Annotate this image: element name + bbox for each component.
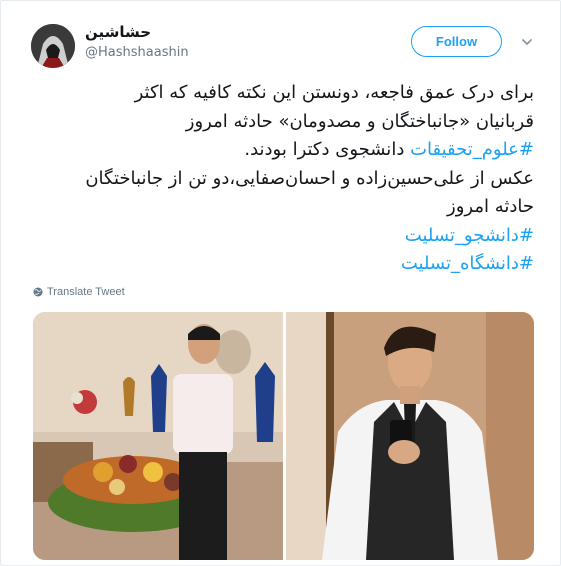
photo-man-mirror-selfie	[286, 312, 534, 560]
photo-man-with-fruit-platter	[33, 312, 283, 560]
translate-label: Translate Tweet	[47, 286, 125, 298]
globe-icon	[33, 287, 43, 297]
tweet-line-2: قربانیان «جانباختگان و مصدومان» حادثه ام…	[185, 110, 534, 132]
tweet-line-1: برای درک عمق فاجعه، دونستن این نکته کافی…	[134, 82, 534, 103]
tweet-line-3-text: دانشجوی دکترا بودند.	[244, 139, 411, 160]
tweet-text: برای درک عمق فاجعه، دونستن این نکته کافی…	[29, 79, 534, 279]
hashtag-link[interactable]: #دانشجو_تسلیت	[29, 222, 534, 251]
chevron-down-icon[interactable]	[520, 35, 534, 49]
tweet-line-3: #علوم_تحقیقات دانشجوی دکترا بودند.	[29, 136, 534, 165]
hooded-figure-avatar	[31, 24, 75, 68]
tweet-card: حشاشین @Hashshaashin Follow برای درک عمق…	[0, 0, 561, 566]
photo-left[interactable]	[33, 312, 283, 560]
hashtag-link[interactable]: #علوم_تحقیقات	[410, 139, 534, 160]
hashtag-link[interactable]: #دانشگاه_تسلیت	[29, 250, 534, 279]
user-avatar[interactable]	[31, 24, 75, 68]
media-grid	[33, 312, 534, 560]
user-handle[interactable]: @Hashshaashin	[85, 45, 189, 60]
photo-right[interactable]	[286, 312, 534, 560]
user-display-name[interactable]: حشاشین	[85, 23, 151, 41]
translate-tweet-link[interactable]: Translate Tweet	[33, 286, 125, 298]
follow-button[interactable]: Follow	[411, 26, 502, 57]
tweet-line-5: حادثه امروز	[447, 196, 534, 217]
tweet-line-4: عکس از علی‌حسین‌زاده و احسان‌صفایی،دو تن…	[85, 167, 534, 189]
